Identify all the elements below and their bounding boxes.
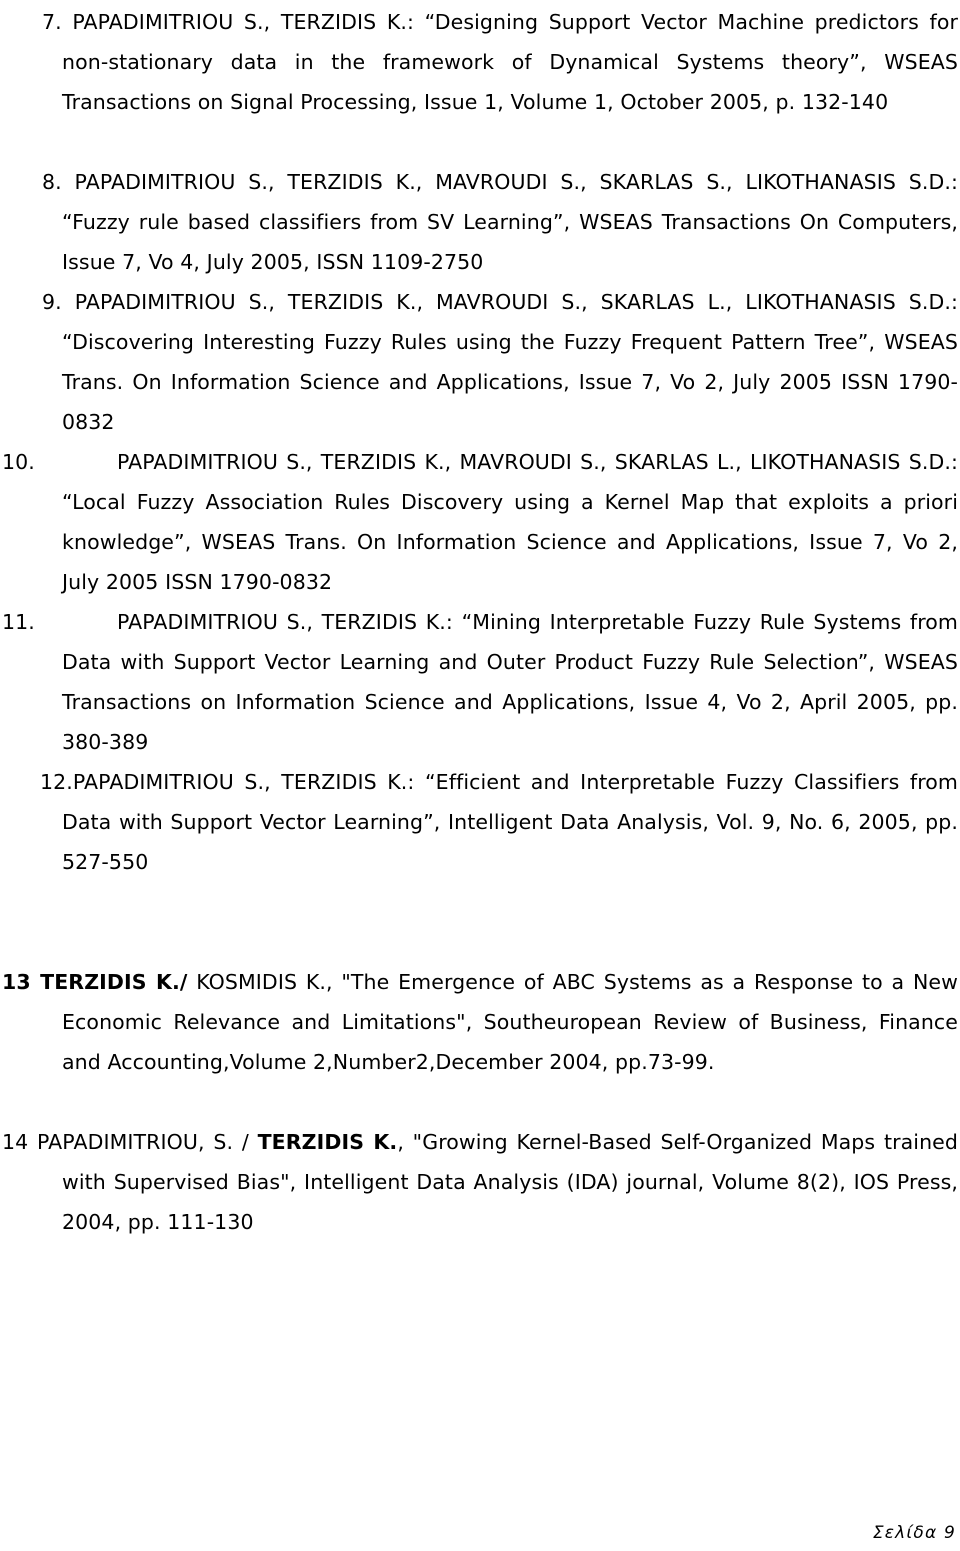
reference-entry-12: 12.PAPADIMITRIOU S., TERZIDIS K.: “Effic…	[2, 762, 958, 882]
reference-entry-10: 10. PAPADIMITRIOU S., TERZIDIS K., MAVRO…	[2, 442, 958, 602]
reference-entry-10-body: PAPADIMITRIOU S., TERZIDIS K., MAVROUDI …	[62, 450, 958, 594]
reference-entry-8-number: 8.	[42, 170, 62, 194]
reference-entry-8: 8. PAPADIMITRIOU S., TERZIDIS K., MAVROU…	[2, 162, 958, 282]
reference-entry-12-body: PAPADIMITRIOU S., TERZIDIS K.: “Efficien…	[62, 770, 958, 874]
reference-entry-10-number: 10.	[2, 450, 35, 474]
reference-entry-11-body: PAPADIMITRIOU S., TERZIDIS K.: “Mining I…	[62, 610, 958, 754]
reference-entry-12-number: 12.	[40, 770, 73, 794]
reference-entry-14-bold-author: TERZIDIS K.	[257, 1130, 398, 1154]
entry-gap-2	[2, 1082, 958, 1122]
reference-entry-14: 14 PAPADIMITRIOU, S. / TERZIDIS K., "Gro…	[2, 1122, 958, 1242]
reference-entry-8-body: PAPADIMITRIOU S., TERZIDIS K., MAVROUDI …	[62, 170, 958, 274]
reference-entry-7-text: 7. PAPADIMITRIOU S., TERZIDIS K.: “Desig…	[2, 2, 958, 122]
reference-list: 7. PAPADIMITRIOU S., TERZIDIS K.: “Desig…	[2, 2, 958, 1242]
reference-entry-12-text: 12.PAPADIMITRIOU S., TERZIDIS K.: “Effic…	[2, 762, 958, 882]
reference-entry-14-lead: 14 PAPADIMITRIOU, S. /	[2, 1130, 258, 1154]
reference-entry-13: 13 TERZIDIS K./ KOSMIDIS K., "The Emerge…	[2, 962, 958, 1082]
reference-entry-11-number: 11.	[2, 610, 35, 634]
reference-entry-13-bold-prefix: 13 TERZIDIS K./	[2, 970, 188, 994]
reference-entry-9-number: 9.	[42, 290, 62, 314]
reference-entry-9-body: PAPADIMITRIOU S., TERZIDIS K., MAVROUDI …	[62, 290, 958, 434]
document-page: 7. PAPADIMITRIOU S., TERZIDIS K.: “Desig…	[0, 0, 960, 1551]
reference-entry-11: 11. PAPADIMITRIOU S., TERZIDIS K.: “Mini…	[2, 602, 958, 762]
reference-entry-13-body: KOSMIDIS K., "The Emergence of ABC Syste…	[62, 970, 958, 1074]
reference-entry-9-text: 9. PAPADIMITRIOU S., TERZIDIS K., MAVROU…	[2, 282, 958, 442]
reference-entry-14-text: 14 PAPADIMITRIOU, S. / TERZIDIS K., "Gro…	[2, 1122, 958, 1242]
reference-entry-13-text: 13 TERZIDIS K./ KOSMIDIS K., "The Emerge…	[2, 962, 958, 1082]
page-number-footer: Σελίδα 9	[872, 1523, 956, 1543]
reference-entry-9: 9. PAPADIMITRIOU S., TERZIDIS K., MAVROU…	[2, 282, 958, 442]
reference-entry-7-body: PAPADIMITRIOU S., TERZIDIS K.: “Designin…	[62, 10, 958, 114]
reference-entry-8-text: 8. PAPADIMITRIOU S., TERZIDIS K., MAVROU…	[2, 162, 958, 282]
entry-gap	[2, 122, 958, 162]
reference-entry-7-number: 7.	[42, 10, 62, 34]
reference-entry-7: 7. PAPADIMITRIOU S., TERZIDIS K.: “Desig…	[2, 2, 958, 122]
